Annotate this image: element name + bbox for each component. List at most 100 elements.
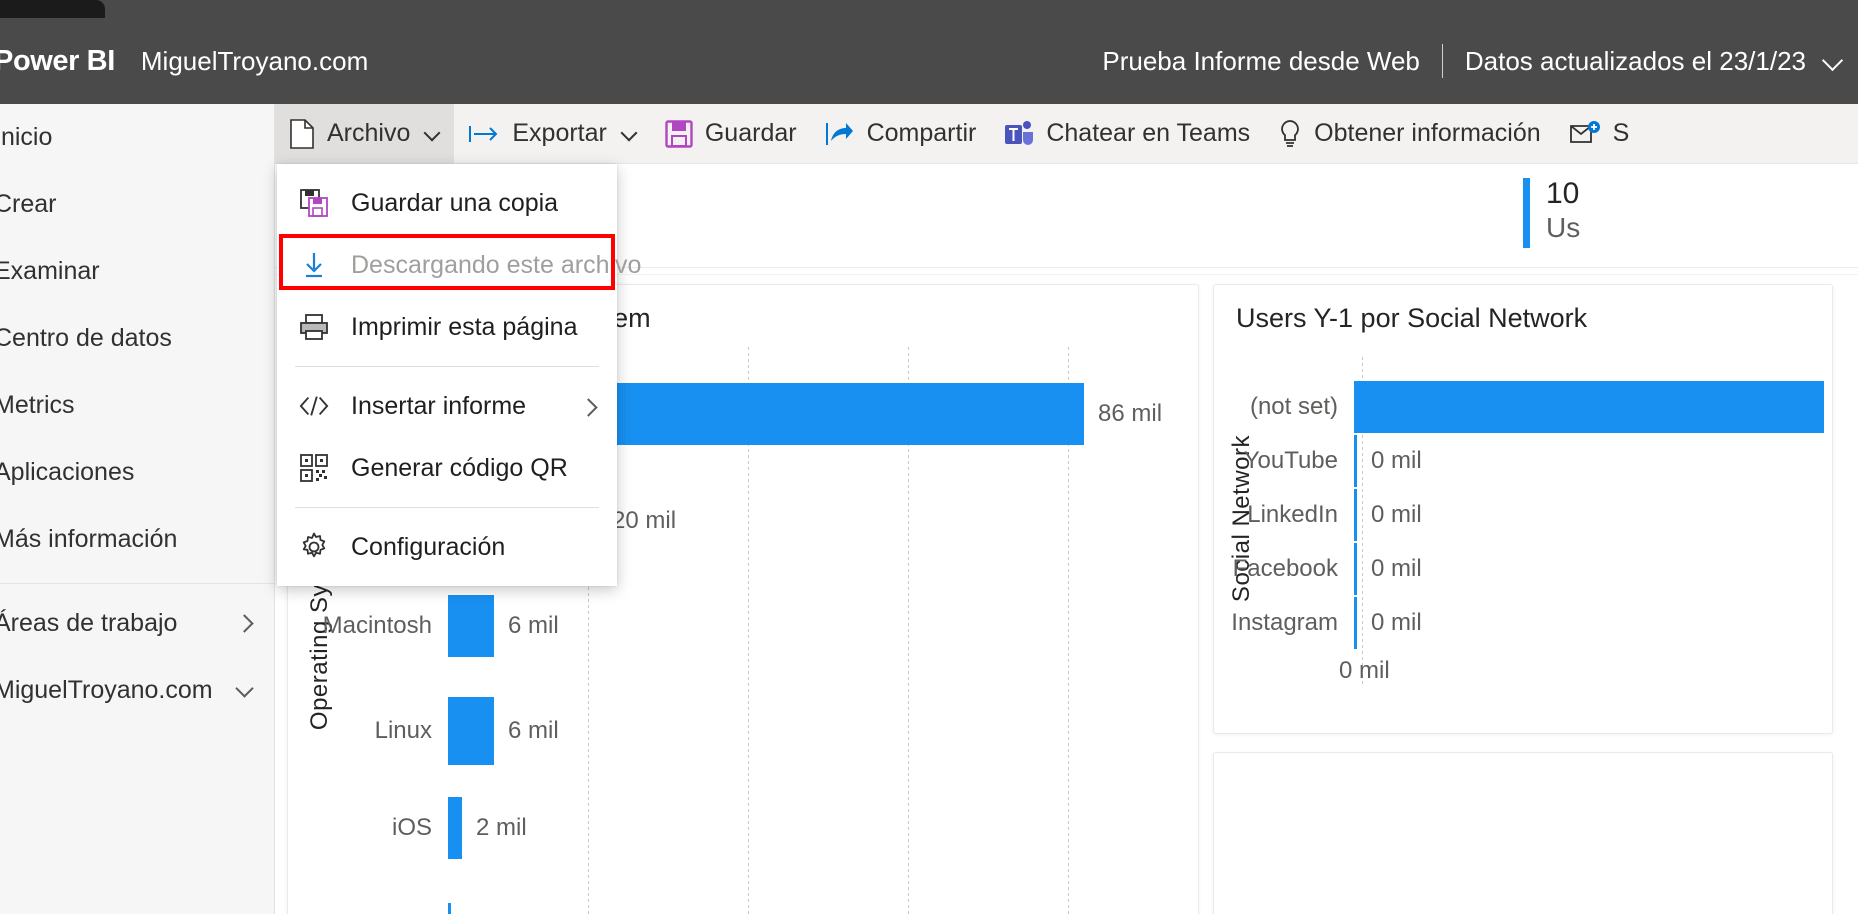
kpi-accent-bar — [1523, 178, 1530, 248]
zero-axis-tick — [1354, 597, 1357, 649]
toolbar-button-guardar[interactable]: Guardar — [651, 104, 811, 164]
menu-item-insertar-informe[interactable]: Insertar informe — [277, 375, 617, 437]
menu-item-imprimir-esta-pagina[interactable]: Imprimir esta página — [277, 296, 617, 358]
kpi-value: 10 — [1546, 177, 1580, 210]
toolbar-button-exportar[interactable]: Exportar — [454, 104, 650, 164]
save-icon — [665, 119, 693, 148]
sidebar-item-label: Metrics — [0, 391, 75, 419]
category-label: iOS — [391, 814, 432, 841]
share-icon — [825, 121, 855, 147]
bar — [448, 697, 494, 765]
bar-value-label: 0 mil — [1371, 501, 1422, 528]
menu-item-label: Generar código QR — [351, 453, 568, 482]
workspace-name[interactable]: MiguelTroyano.com — [141, 46, 368, 77]
menu-item-label: Configuración — [351, 532, 506, 561]
bar-row[interactable]: (not set) — [1214, 381, 1834, 433]
menu-item-descargando-este-archivo[interactable]: Descargando este archivo — [277, 234, 641, 296]
bar-value-label: 0 mil — [1371, 447, 1422, 474]
toolbar-button-compartir[interactable]: Compartir — [811, 104, 991, 164]
toolbar-button-archivo[interactable]: Archivo — [275, 103, 455, 164]
zero-axis-tick — [1354, 435, 1357, 487]
menu-item-label: Imprimir esta página — [351, 312, 578, 341]
gear-icon — [299, 532, 329, 562]
bar-value-label: 6 mil — [508, 717, 559, 744]
bar-row[interactable]: Macintosh 6 mil — [288, 595, 1188, 657]
menu-separator — [295, 366, 599, 367]
toolbar-button-label: Compartir — [866, 119, 977, 147]
sidebar-item-label: Centro de datos — [0, 324, 172, 352]
sidebar-item-label: Áreas de trabajo — [0, 609, 178, 637]
bar-value-label: 0 mil — [1371, 555, 1422, 582]
sidebar-item-label: Aplicaciones — [0, 458, 135, 486]
bar-row[interactable]: Instagram 0 mil — [1214, 597, 1834, 649]
toolbar-button-chatear-en-teams[interactable]: Chatear en Teams — [990, 104, 1264, 164]
sidebar-item-centro-de-datos[interactable]: Centro de datos — [0, 305, 274, 372]
sidebar-item-metrics[interactable]: Metrics — [0, 372, 274, 439]
menu-item-generar-codigo-qr[interactable]: Generar código QR — [277, 437, 617, 499]
bar-row[interactable]: Chrome OS 0 mil — [288, 903, 1188, 914]
download-icon — [299, 251, 329, 279]
bar-row[interactable]: iOS 2 mil — [288, 797, 1188, 859]
browser-tab-remnant — [0, 0, 105, 18]
toolbar-button-label: Archivo — [327, 119, 411, 147]
kpi-card[interactable]: 10 Us — [1523, 178, 1853, 260]
menu-item-configuracion[interactable]: Configuración — [277, 516, 617, 578]
bar-row[interactable]: YouTube 0 mil — [1214, 435, 1834, 487]
teams-icon — [1004, 120, 1034, 148]
visual-card-partial-bottom[interactable] — [1213, 752, 1833, 914]
bar — [448, 595, 494, 657]
printer-icon — [299, 313, 329, 341]
toolbar-button-label: Chatear en Teams — [1046, 119, 1251, 147]
refresh-status: Datos actualizados el 23/1/23 — [1464, 45, 1806, 76]
category-label: Facebook — [1232, 555, 1338, 582]
sidebar-item-inicio[interactable]: Inicio — [0, 104, 274, 171]
category-label: YouTube — [1243, 447, 1338, 474]
category-label: LinkedIn — [1247, 501, 1338, 528]
toolbar-button-label: Guardar — [704, 119, 797, 147]
file-dropdown-menu: Guardar una copia Descargando este archi… — [277, 164, 641, 586]
zero-axis-tick — [1354, 489, 1357, 541]
chevron-down-icon[interactable] — [1824, 51, 1844, 71]
kpi-label: Us — [1546, 211, 1581, 243]
sidebar-item-crear[interactable]: Crear — [0, 171, 274, 238]
header-right-group: Prueba Informe desde Web Datos actualiza… — [1102, 44, 1858, 78]
report-title: Prueba Informe desde Web — [1102, 45, 1420, 76]
visual-card-users-y1-by-social-network[interactable]: Users Y-1 por Social Network Social Netw… — [1213, 284, 1833, 734]
sidebar-divider — [0, 583, 274, 584]
sidebar-item-label: Crear — [0, 190, 57, 218]
category-label: Instagram — [1231, 609, 1338, 636]
sn-chart-plot-area: Social Network (not set) YouTube 0 mil L… — [1214, 285, 1832, 733]
export-icon — [468, 123, 500, 145]
toolbar-button-suscribirse[interactable]: S — [1555, 104, 1644, 164]
category-label: (not set) — [1249, 393, 1338, 420]
zero-axis-tick — [1354, 543, 1357, 595]
sidebar-item-aplicaciones[interactable]: Aplicaciones — [0, 439, 274, 506]
category-label: Macintosh — [322, 612, 432, 639]
sidebar-item-label: Examinar — [0, 257, 100, 285]
bar-row[interactable]: Linux 6 mil — [288, 697, 1188, 765]
sidebar-item-current-workspace[interactable]: MiguelTroyano.com — [0, 657, 274, 724]
sidebar-item-examinar[interactable]: Examinar — [0, 238, 274, 305]
sidebar-item-areas-de-trabajo[interactable]: Áreas de trabajo — [0, 590, 274, 657]
toolbar-button-obtener-informacion[interactable]: Obtener información — [1264, 104, 1555, 164]
bar-row[interactable]: Facebook 0 mil — [1214, 543, 1834, 595]
menu-item-label: Descargando este archivo — [351, 250, 642, 279]
subscribe-icon — [1569, 120, 1601, 148]
menu-item-label: Insertar informe — [351, 391, 527, 420]
bar — [448, 903, 451, 914]
power-bi-logo[interactable]: Power BI — [0, 45, 115, 78]
qr-icon — [299, 454, 329, 482]
sidebar-item-label: Más información — [0, 525, 178, 553]
browser-chrome-strip — [0, 0, 1858, 18]
bar — [448, 797, 462, 859]
header-divider — [1441, 44, 1443, 78]
sidebar-item-mas-informacion[interactable]: Más información — [0, 506, 274, 573]
x-axis-tick-label: 0 mil — [1339, 657, 1390, 684]
chevron-down-icon — [623, 127, 637, 141]
menu-item-guardar-una-copia[interactable]: Guardar una copia — [277, 172, 617, 234]
app-header: Power BI MiguelTroyano.com Prueba Inform… — [0, 18, 1858, 104]
bar — [1354, 381, 1824, 433]
menu-separator — [295, 507, 599, 508]
command-toolbar: Archivo Exportar Guardar Compartir Chate… — [275, 103, 1858, 164]
bar-row[interactable]: LinkedIn 0 mil — [1214, 489, 1834, 541]
